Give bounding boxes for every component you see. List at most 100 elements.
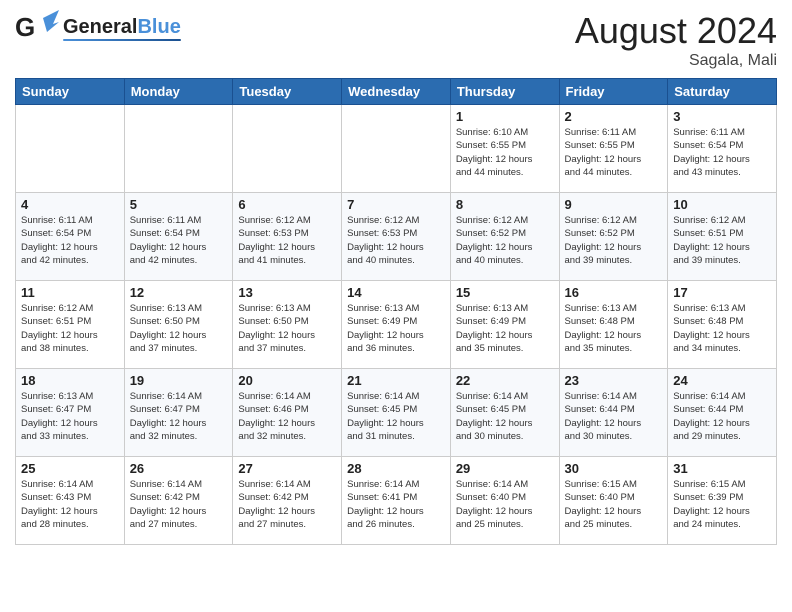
weekday-header-sunday: Sunday bbox=[16, 79, 125, 105]
day-info: Sunrise: 6:14 AM Sunset: 6:44 PM Dayligh… bbox=[673, 390, 771, 443]
calendar-cell: 30Sunrise: 6:15 AM Sunset: 6:40 PM Dayli… bbox=[559, 457, 668, 545]
calendar-cell: 14Sunrise: 6:13 AM Sunset: 6:49 PM Dayli… bbox=[342, 281, 451, 369]
calendar-week-2: 4Sunrise: 6:11 AM Sunset: 6:54 PM Daylig… bbox=[16, 193, 777, 281]
day-number: 10 bbox=[673, 197, 771, 212]
day-number: 23 bbox=[565, 373, 663, 388]
logo: G GeneralBlue bbox=[15, 10, 181, 48]
day-number: 13 bbox=[238, 285, 336, 300]
day-number: 7 bbox=[347, 197, 445, 212]
day-number: 20 bbox=[238, 373, 336, 388]
day-number: 1 bbox=[456, 109, 554, 124]
month-title: August 2024 bbox=[575, 10, 777, 52]
day-info: Sunrise: 6:14 AM Sunset: 6:42 PM Dayligh… bbox=[130, 478, 228, 531]
calendar-cell: 25 Sunrise: 6:14 AM Sunset: 6:43 PM Dayli… bbox=[16, 457, 125, 545]
calendar-cell: 22 Sunrise: 6:14 AM Sunset: 6:45 PM Dayli… bbox=[450, 369, 559, 457]
day-number: 12 bbox=[130, 285, 228, 300]
calendar-cell: 23 Sunrise: 6:14 AM Sunset: 6:44 PM Dayli… bbox=[559, 369, 668, 457]
calendar-cell: 12 Sunrise: 6:13 AM Sunset: 6:50 PM Dayli… bbox=[124, 281, 233, 369]
day-info: Sunrise: 6:14 AM Sunset: 6:46 PM Dayligh… bbox=[238, 390, 336, 443]
day-number: 21 bbox=[347, 373, 445, 388]
title-section: August 2024 Sagala, Mali bbox=[575, 10, 777, 70]
day-info: Sunrise: 6:12 AM Sunset: 6:51 PM Dayligh… bbox=[21, 302, 119, 355]
day-info: Sunrise: 6:11 AM Sunset: 6:54 PM Dayligh… bbox=[673, 126, 771, 179]
calendar-cell bbox=[16, 105, 125, 193]
calendar-cell: 24 Sunrise: 6:14 AM Sunset: 6:44 PM Dayli… bbox=[668, 369, 777, 457]
day-number: 6 bbox=[238, 197, 336, 212]
day-number: 5 bbox=[130, 197, 228, 212]
day-info: Sunrise: 6:12 AM Sunset: 6:53 PM Dayligh… bbox=[347, 214, 445, 267]
calendar-week-4: 18 Sunrise: 6:13 AM Sunset: 6:47 PM Dayli… bbox=[16, 369, 777, 457]
day-number: 11 bbox=[21, 285, 119, 300]
logo-general: General bbox=[63, 16, 137, 38]
location: Sagala, Mali bbox=[575, 52, 777, 70]
day-number: 27 bbox=[238, 461, 336, 476]
day-info: Sunrise: 6:12 AM Sunset: 6:52 PM Dayligh… bbox=[565, 214, 663, 267]
day-number: 9 bbox=[565, 197, 663, 212]
day-number: 17 bbox=[673, 285, 771, 300]
day-info: Sunrise: 6:12 AM Sunset: 6:51 PM Dayligh… bbox=[673, 214, 771, 267]
day-info: Sunrise: 6:13 AM Sunset: 6:47 PM Dayligh… bbox=[21, 390, 119, 443]
day-info: Sunrise: 6:13 AM Sunset: 6:48 PM Dayligh… bbox=[673, 302, 771, 355]
calendar-cell: 29Sunrise: 6:14 AM Sunset: 6:40 PM Dayli… bbox=[450, 457, 559, 545]
calendar-cell: 2 Sunrise: 6:11 AM Sunset: 6:55 PM Daylig… bbox=[559, 105, 668, 193]
day-number: 22 bbox=[456, 373, 554, 388]
day-info: Sunrise: 6:12 AM Sunset: 6:53 PM Dayligh… bbox=[238, 214, 336, 267]
calendar-cell: 10 Sunrise: 6:12 AM Sunset: 6:51 PM Dayli… bbox=[668, 193, 777, 281]
calendar-cell: 21 Sunrise: 6:14 AM Sunset: 6:45 PM Dayli… bbox=[342, 369, 451, 457]
page-container: G GeneralBlue August 2024 Sagala, Mali bbox=[0, 0, 792, 550]
day-info: Sunrise: 6:13 AM Sunset: 6:50 PM Dayligh… bbox=[130, 302, 228, 355]
calendar-cell: 11 Sunrise: 6:12 AM Sunset: 6:51 PM Dayli… bbox=[16, 281, 125, 369]
day-info: Sunrise: 6:14 AM Sunset: 6:45 PM Dayligh… bbox=[347, 390, 445, 443]
day-number: 25 bbox=[21, 461, 119, 476]
day-info: Sunrise: 6:14 AM Sunset: 6:44 PM Dayligh… bbox=[565, 390, 663, 443]
calendar-cell: 13Sunrise: 6:13 AM Sunset: 6:50 PM Dayli… bbox=[233, 281, 342, 369]
day-info: Sunrise: 6:15 AM Sunset: 6:39 PM Dayligh… bbox=[673, 478, 771, 531]
day-info: Sunrise: 6:11 AM Sunset: 6:54 PM Dayligh… bbox=[130, 214, 228, 267]
day-number: 8 bbox=[456, 197, 554, 212]
calendar-cell: 8Sunrise: 6:12 AM Sunset: 6:52 PM Daylig… bbox=[450, 193, 559, 281]
logo-blue: Blue bbox=[137, 16, 180, 38]
day-number: 18 bbox=[21, 373, 119, 388]
calendar-cell: 3Sunrise: 6:11 AM Sunset: 6:54 PM Daylig… bbox=[668, 105, 777, 193]
calendar-week-5: 25 Sunrise: 6:14 AM Sunset: 6:43 PM Dayli… bbox=[16, 457, 777, 545]
calendar-header-row: SundayMondayTuesdayWednesdayThursdayFrid… bbox=[16, 79, 777, 105]
calendar-cell: 1 Sunrise: 6:10 AM Sunset: 6:55 PM Daylig… bbox=[450, 105, 559, 193]
day-info: Sunrise: 6:13 AM Sunset: 6:49 PM Dayligh… bbox=[456, 302, 554, 355]
calendar-cell: 19Sunrise: 6:14 AM Sunset: 6:47 PM Dayli… bbox=[124, 369, 233, 457]
day-info: Sunrise: 6:13 AM Sunset: 6:49 PM Dayligh… bbox=[347, 302, 445, 355]
day-info: Sunrise: 6:13 AM Sunset: 6:48 PM Dayligh… bbox=[565, 302, 663, 355]
day-number: 2 bbox=[565, 109, 663, 124]
calendar-cell: 16Sunrise: 6:13 AM Sunset: 6:48 PM Dayli… bbox=[559, 281, 668, 369]
day-info: Sunrise: 6:14 AM Sunset: 6:47 PM Dayligh… bbox=[130, 390, 228, 443]
day-number: 31 bbox=[673, 461, 771, 476]
calendar-cell: 27 Sunrise: 6:14 AM Sunset: 6:42 PM Dayli… bbox=[233, 457, 342, 545]
logo-icon: G bbox=[15, 10, 59, 48]
calendar-table: SundayMondayTuesdayWednesdayThursdayFrid… bbox=[15, 78, 777, 545]
calendar-cell: 18 Sunrise: 6:13 AM Sunset: 6:47 PM Dayli… bbox=[16, 369, 125, 457]
weekday-header-saturday: Saturday bbox=[668, 79, 777, 105]
weekday-header-friday: Friday bbox=[559, 79, 668, 105]
calendar-cell: 17 Sunrise: 6:13 AM Sunset: 6:48 PM Dayli… bbox=[668, 281, 777, 369]
day-info: Sunrise: 6:11 AM Sunset: 6:55 PM Dayligh… bbox=[565, 126, 663, 179]
day-number: 30 bbox=[565, 461, 663, 476]
day-info: Sunrise: 6:14 AM Sunset: 6:42 PM Dayligh… bbox=[238, 478, 336, 531]
calendar-cell: 31 Sunrise: 6:15 AM Sunset: 6:39 PM Dayli… bbox=[668, 457, 777, 545]
calendar-cell bbox=[233, 105, 342, 193]
day-number: 15 bbox=[456, 285, 554, 300]
calendar-cell: 7 Sunrise: 6:12 AM Sunset: 6:53 PM Daylig… bbox=[342, 193, 451, 281]
page-header: G GeneralBlue August 2024 Sagala, Mali bbox=[15, 10, 777, 70]
weekday-header-wednesday: Wednesday bbox=[342, 79, 451, 105]
calendar-cell: 4Sunrise: 6:11 AM Sunset: 6:54 PM Daylig… bbox=[16, 193, 125, 281]
day-number: 24 bbox=[673, 373, 771, 388]
calendar-cell: 15 Sunrise: 6:13 AM Sunset: 6:49 PM Dayli… bbox=[450, 281, 559, 369]
day-info: Sunrise: 6:10 AM Sunset: 6:55 PM Dayligh… bbox=[456, 126, 554, 179]
day-info: Sunrise: 6:14 AM Sunset: 6:41 PM Dayligh… bbox=[347, 478, 445, 531]
calendar-week-1: 1 Sunrise: 6:10 AM Sunset: 6:55 PM Daylig… bbox=[16, 105, 777, 193]
day-number: 29 bbox=[456, 461, 554, 476]
calendar-cell: 6 Sunrise: 6:12 AM Sunset: 6:53 PM Daylig… bbox=[233, 193, 342, 281]
weekday-header-monday: Monday bbox=[124, 79, 233, 105]
day-info: Sunrise: 6:14 AM Sunset: 6:43 PM Dayligh… bbox=[21, 478, 119, 531]
calendar-cell: 5 Sunrise: 6:11 AM Sunset: 6:54 PM Daylig… bbox=[124, 193, 233, 281]
calendar-cell: 20 Sunrise: 6:14 AM Sunset: 6:46 PM Dayli… bbox=[233, 369, 342, 457]
day-info: Sunrise: 6:14 AM Sunset: 6:45 PM Dayligh… bbox=[456, 390, 554, 443]
